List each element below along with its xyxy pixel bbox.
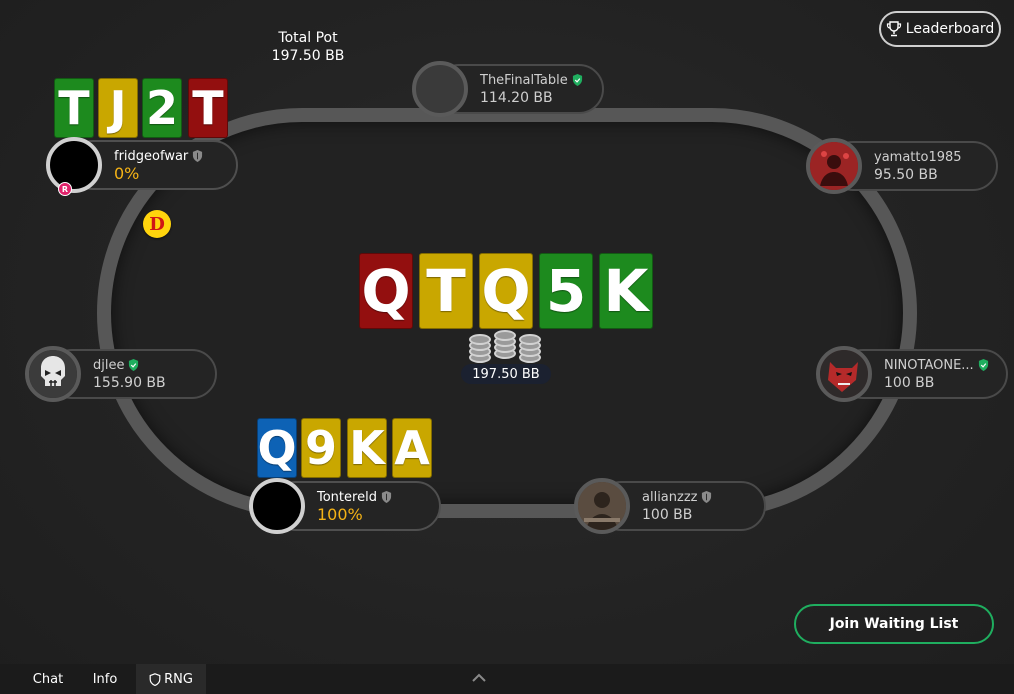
shield-icon bbox=[193, 150, 203, 162]
hole-card: K bbox=[347, 418, 387, 478]
player-stack: 114.20 BB bbox=[480, 89, 553, 106]
avatar bbox=[574, 478, 630, 534]
player-stack: 155.90 BB bbox=[93, 374, 166, 391]
player-name: NINOTAONE... bbox=[884, 357, 1006, 374]
pot-chips bbox=[468, 330, 544, 364]
player-name: Tontereld bbox=[317, 489, 439, 506]
total-pot: Total Pot 197.50 BB bbox=[258, 29, 358, 65]
hole-card: T bbox=[188, 78, 228, 138]
dealer-button: D bbox=[143, 210, 171, 238]
total-pot-label: Total Pot bbox=[278, 30, 338, 46]
player-name: allianzzz bbox=[642, 489, 764, 506]
seat-allianzzz[interactable]: allianzzz 100 BB bbox=[574, 478, 766, 534]
total-pot-value: 197.50 BB bbox=[271, 48, 345, 64]
avatar bbox=[412, 61, 468, 117]
avatar bbox=[816, 346, 872, 402]
avatar bbox=[249, 478, 305, 534]
red-figure-avatar-icon bbox=[810, 142, 858, 190]
chip-stack bbox=[494, 330, 516, 360]
player-stack: 100 BB bbox=[642, 506, 693, 523]
verified-shield-icon bbox=[572, 74, 582, 86]
board-card: Q bbox=[359, 253, 413, 329]
chip-stack bbox=[519, 334, 541, 364]
seat-djlee[interactable]: djlee 155.90 BB bbox=[25, 346, 217, 402]
hole-card: 9 bbox=[301, 418, 341, 478]
board-card: Q bbox=[479, 253, 533, 329]
hole-card: T bbox=[54, 78, 94, 138]
avatar bbox=[46, 137, 102, 193]
player-name: TheFinalTable bbox=[480, 72, 602, 89]
r-badge: R bbox=[58, 182, 72, 196]
trophy-icon bbox=[886, 21, 901, 37]
info-tab[interactable]: Info bbox=[78, 664, 132, 694]
board-card: T bbox=[419, 253, 473, 329]
join-waiting-list-button[interactable]: Join Waiting List bbox=[794, 604, 994, 644]
seat-tontereld[interactable]: Tontereld 100% bbox=[249, 478, 441, 534]
hole-card: 2 bbox=[142, 78, 182, 138]
board-card: 5 bbox=[539, 253, 593, 329]
player-stack: 95.50 BB bbox=[874, 166, 938, 183]
player-stack: 100% bbox=[317, 504, 363, 524]
seat-thefinaltable[interactable]: TheFinalTable 114.20 BB bbox=[412, 61, 604, 117]
rng-tab[interactable]: RNG bbox=[136, 664, 206, 694]
hole-card: A bbox=[392, 418, 432, 478]
photo-avatar-icon bbox=[578, 482, 626, 530]
shield-icon bbox=[702, 491, 712, 503]
demon-mask-avatar-icon bbox=[820, 350, 868, 398]
rng-label: RNG bbox=[164, 671, 193, 687]
leaderboard-button[interactable]: Leaderboard bbox=[879, 11, 1001, 47]
player-name: fridgeofwar bbox=[114, 148, 236, 165]
player-name: yamatto1985 bbox=[874, 149, 962, 165]
chat-tab[interactable]: Chat bbox=[20, 664, 76, 694]
avatar bbox=[25, 346, 81, 402]
shield-icon bbox=[381, 491, 392, 503]
leaderboard-label: Leaderboard bbox=[905, 21, 995, 37]
avatar bbox=[806, 138, 862, 194]
seat-fridgeofwar[interactable]: fridgeofwar 0% R bbox=[46, 137, 238, 196]
shield-icon bbox=[149, 672, 161, 686]
player-stack: 0% bbox=[114, 163, 140, 183]
verified-shield-icon bbox=[129, 359, 139, 371]
player-name: djlee bbox=[93, 357, 215, 374]
hole-card: Q bbox=[257, 418, 297, 478]
hole-card: J bbox=[98, 78, 138, 138]
board-card: K bbox=[599, 253, 653, 329]
seat-yamatto1985[interactable]: yamatto1985 95.50 BB bbox=[806, 138, 998, 194]
pot-amount: 197.50 BB bbox=[461, 364, 551, 384]
player-stack: 100 BB bbox=[884, 374, 935, 391]
verified-shield-icon bbox=[978, 359, 988, 371]
seat-ninotaone[interactable]: NINOTAONE... 100 BB bbox=[816, 346, 1008, 402]
chip-stack bbox=[469, 334, 491, 364]
chevron-up-icon[interactable] bbox=[471, 672, 487, 684]
skull-avatar-icon bbox=[29, 350, 77, 398]
